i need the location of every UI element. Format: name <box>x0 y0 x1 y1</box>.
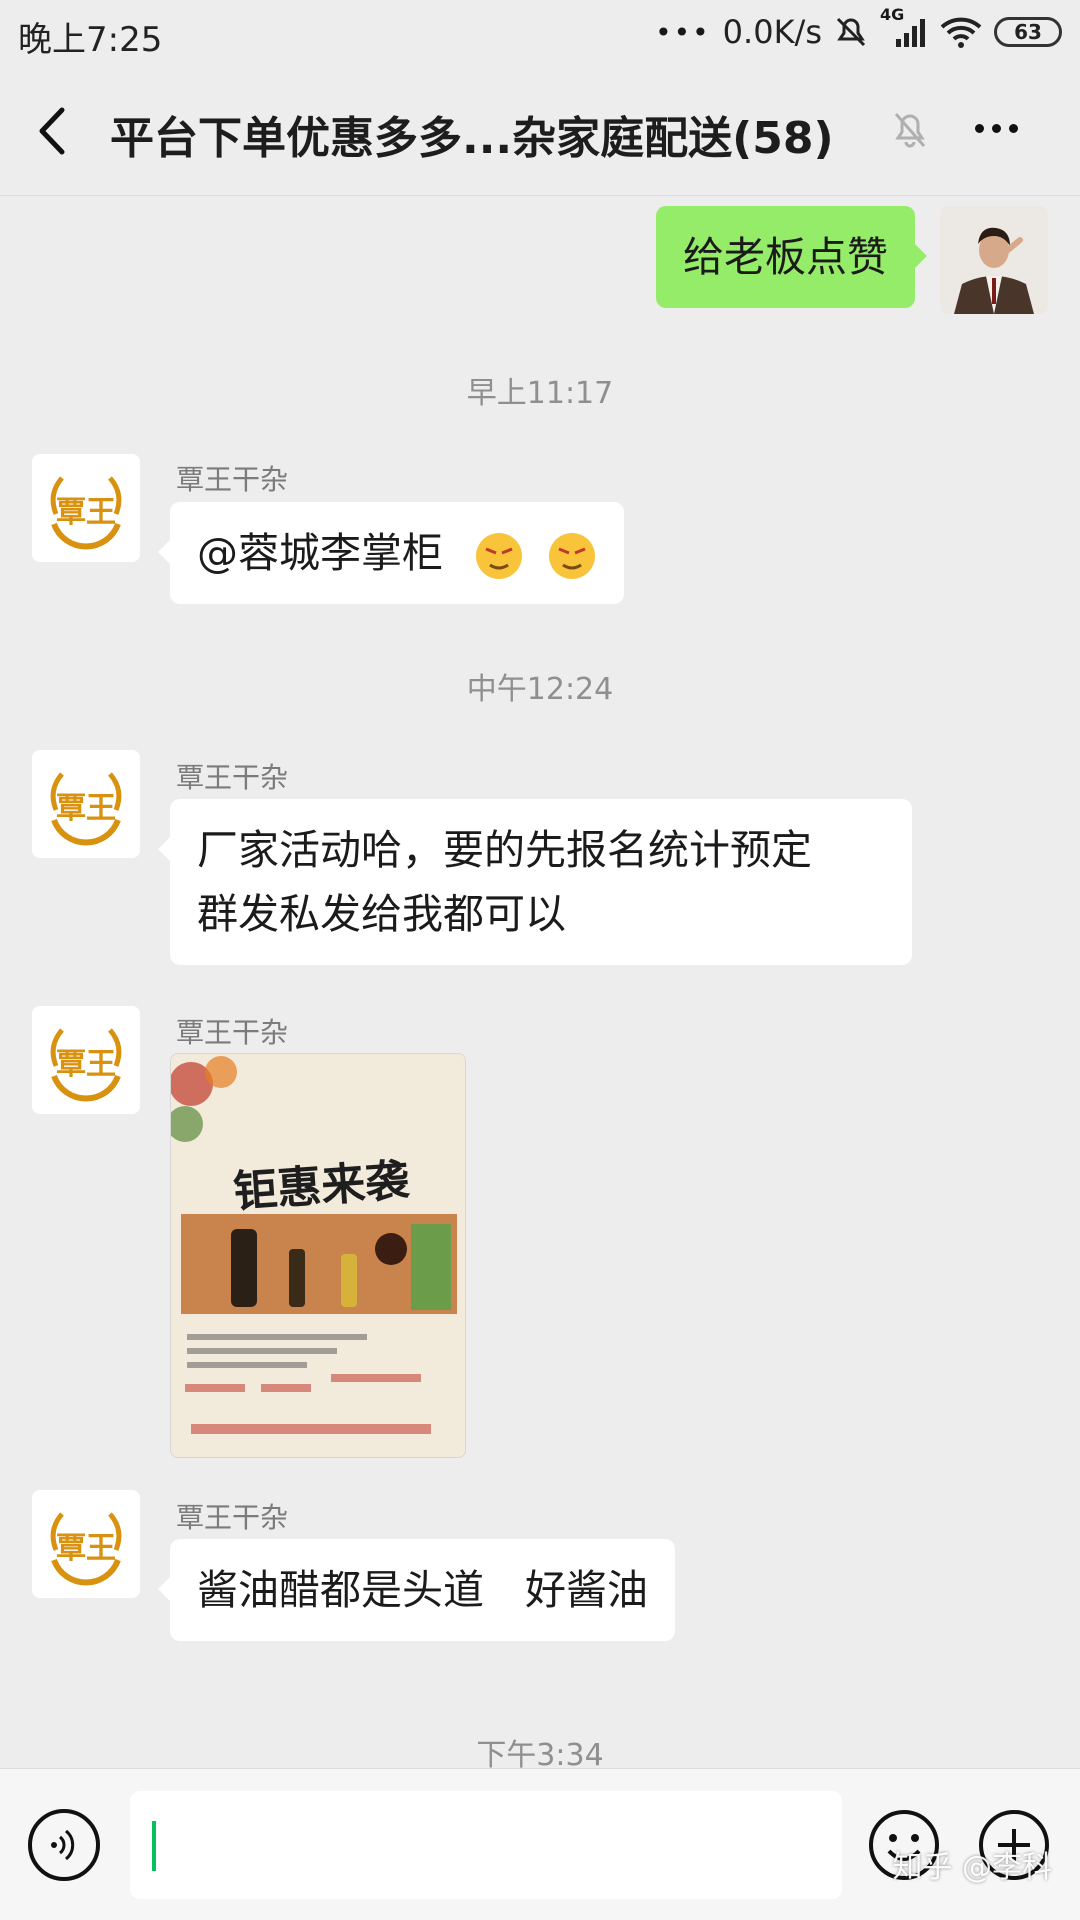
message-line: 厂家活动哈，要的先报名统计预定 <box>197 826 812 874</box>
chevron-left-icon <box>39 107 65 155</box>
outgoing-message[interactable]: 给老板点赞 <box>656 206 927 308</box>
svg-text:覃王: 覃王 <box>56 791 116 826</box>
sender-avatar[interactable]: 覃王 <box>32 454 140 562</box>
message-input[interactable] <box>130 1791 842 1899</box>
sender-avatar[interactable]: 覃王 <box>32 750 140 858</box>
alarm-muted-icon <box>834 15 868 49</box>
chat-screen: 晚上7:25 ••• 0.0K/s 4G 63 平台下单优惠多多...杂家庭配送… <box>0 0 1080 1920</box>
sender-name: 覃王干杂 <box>176 1016 289 1049</box>
status-icons: ••• 0.0K/s 4G 63 <box>655 5 1062 52</box>
network-speed: 0.0K/s <box>722 13 822 51</box>
text-cursor <box>152 1821 156 1871</box>
sender-avatar[interactable]: 覃王 <box>32 1490 140 1598</box>
incoming-message[interactable]: 酱油醋都是头道 好酱油 <box>158 1539 675 1641</box>
wheat-logo-icon: 覃王 <box>32 454 140 562</box>
timestamp: 早上11:17 <box>466 376 614 411</box>
wifi-icon <box>940 15 982 49</box>
voice-icon <box>51 1829 75 1861</box>
status-time: 晚上7:25 <box>18 20 163 60</box>
sender-avatar[interactable]: 覃王 <box>32 1006 140 1114</box>
poster-headline: 钜惠来袭 <box>231 1154 411 1219</box>
timestamp: 中午12:24 <box>466 672 614 707</box>
smirk-emoji-icon <box>549 533 596 579</box>
message-text: @蓉城李掌柜 <box>197 529 443 577</box>
sender-name: 覃王干杂 <box>176 761 289 794</box>
status-bar: 晚上7:25 ••• 0.0K/s 4G 63 <box>0 0 1080 66</box>
wheat-logo-icon: 覃王 <box>32 1490 140 1598</box>
message-line: 群发私发给我都可以 <box>197 890 566 938</box>
svg-text:覃王: 覃王 <box>56 1531 116 1566</box>
wheat-logo-icon: 覃王 <box>32 1006 140 1114</box>
chat-title: 平台下单优惠多多...杂家庭配送(58) <box>110 113 834 164</box>
voice-input-button[interactable] <box>28 1809 100 1881</box>
svg-text:覃王: 覃王 <box>56 495 116 530</box>
promo-poster-image <box>171 1054 465 1457</box>
sender-name: 覃王干杂 <box>176 1501 289 1534</box>
watermark: 知乎 @李科 <box>892 1850 1052 1885</box>
network-type: 4G <box>880 5 905 24</box>
chat-header: 平台下单优惠多多...杂家庭配送(58) <box>0 66 1080 196</box>
battery-indicator: 63 <box>994 17 1062 47</box>
incoming-message[interactable]: @蓉城李掌柜 <box>157 502 625 604</box>
cell-signal-icon: 4G <box>880 5 928 49</box>
back-button[interactable] <box>28 102 80 160</box>
incoming-message[interactable]: 厂家活动哈，要的先报名统计预定 群发私发给我都可以 <box>158 799 912 965</box>
more-options-button[interactable] <box>975 124 1018 133</box>
image-message[interactable]: 钜惠来袭 <box>170 1053 466 1458</box>
my-avatar[interactable] <box>940 206 1048 314</box>
svg-text:覃王: 覃王 <box>56 1047 116 1082</box>
smirk-emoji-icon <box>476 533 523 579</box>
wheat-logo-icon: 覃王 <box>32 750 140 858</box>
sender-name: 覃王干杂 <box>176 463 289 496</box>
muted-bell-icon <box>890 108 930 154</box>
more-dots-icon: ••• <box>655 15 711 49</box>
